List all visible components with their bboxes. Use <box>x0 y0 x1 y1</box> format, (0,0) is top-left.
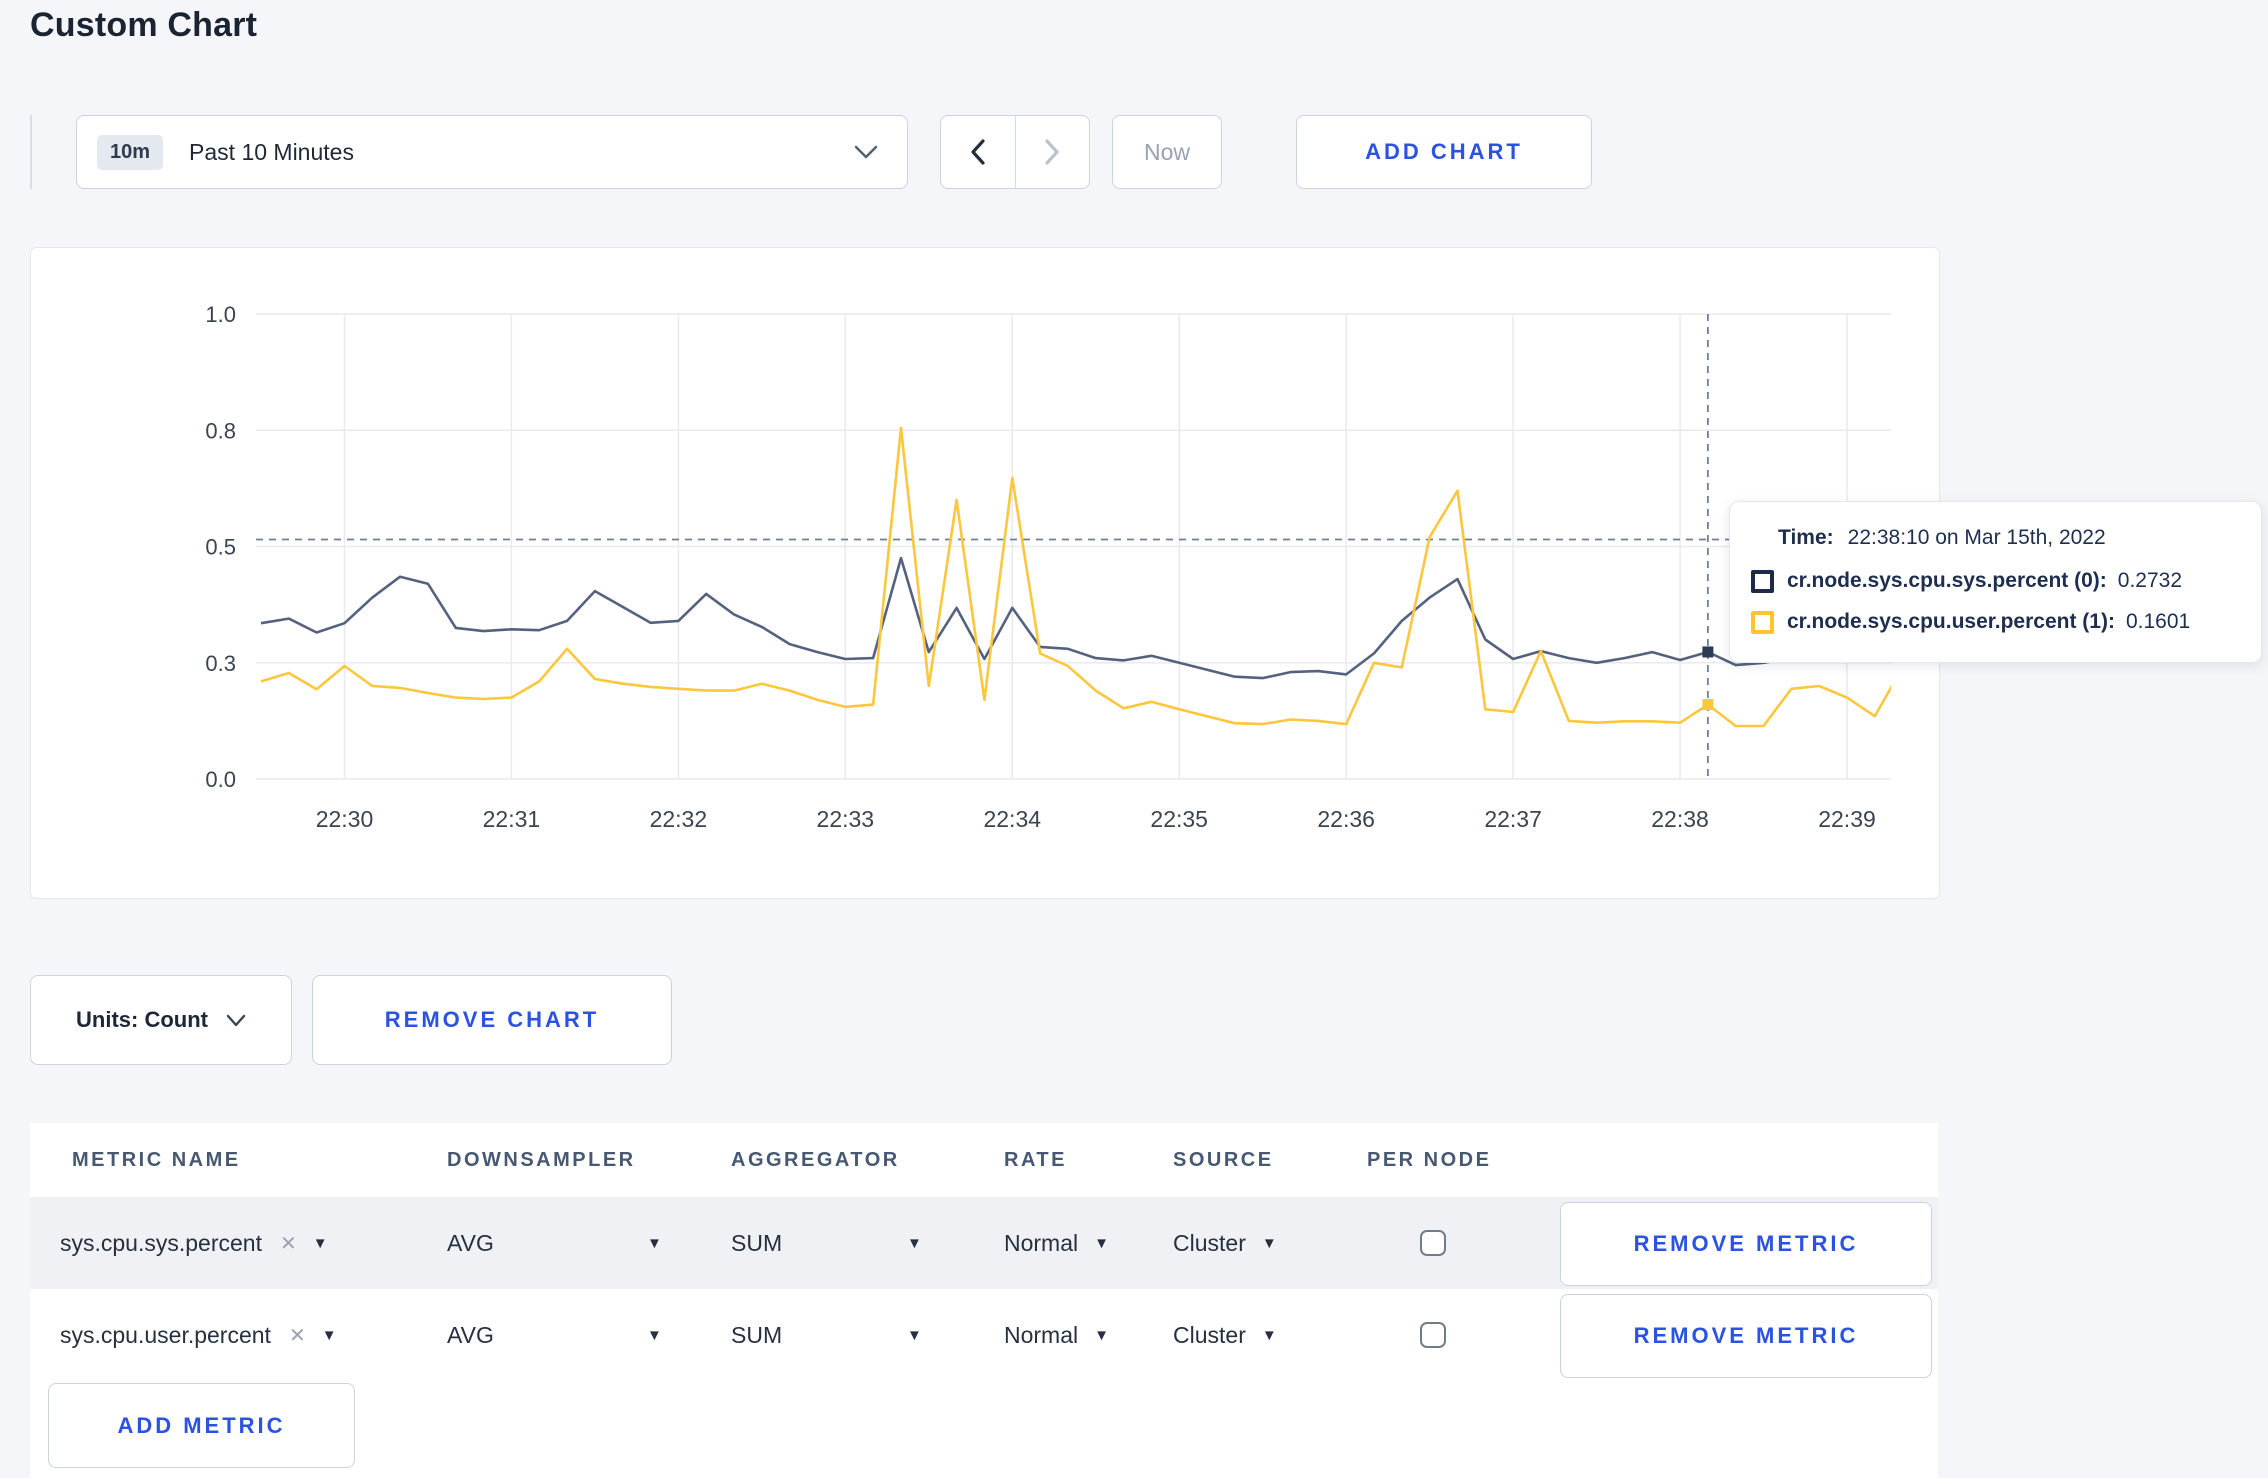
add-chart-button[interactable]: ADD CHART <box>1296 115 1592 189</box>
chevron-down-icon <box>854 145 878 159</box>
caret-down-icon: ▼ <box>1261 1326 1277 1344</box>
custom-chart-plot[interactable]: 0.0 0.3 0.5 0.8 1.0 22:30 22:31 22:32 22:33 22:34… <box>31 248 1939 898</box>
col-header-rate: RATE <box>1004 1149 1067 1171</box>
rate-select[interactable]: Normal ▼ <box>1004 1289 1109 1381</box>
time-range-select[interactable]: 10m Past 10 Minutes <box>76 115 908 189</box>
aggregator-select[interactable]: SUM <box>731 1289 782 1381</box>
add-metric-button[interactable]: ADD METRIC <box>48 1383 355 1468</box>
col-header-metric-name: METRIC NAME <box>72 1149 241 1171</box>
x-axis-tick: 22:34 <box>983 806 1041 832</box>
x-axis-tick: 22:35 <box>1150 806 1208 832</box>
remove-chart-button[interactable]: REMOVE CHART <box>312 975 672 1065</box>
y-axis-tick: 0.0 <box>205 767 236 792</box>
chevron-right-icon <box>1045 139 1059 165</box>
x-axis-tick: 22:33 <box>817 806 875 832</box>
per-node-checkbox[interactable] <box>1420 1230 1446 1256</box>
y-axis-tick: 1.0 <box>205 302 236 327</box>
source-value: Cluster <box>1173 1321 1246 1348</box>
hover-marker-0 <box>1702 646 1714 658</box>
remove-metric-button[interactable]: REMOVE METRIC <box>1560 1294 1932 1378</box>
sys-series-swatch-icon <box>1751 569 1774 593</box>
chevron-down-icon <box>226 1014 246 1026</box>
x-axis-tick: 22:37 <box>1484 806 1542 832</box>
caret-down-icon[interactable]: ▼ <box>313 1235 328 1252</box>
tooltip-series-value: 0.1601 <box>2125 610 2191 633</box>
col-header-per-node: PER NODE <box>1367 1149 1492 1171</box>
metric-row: sys.cpu.sys.percent ✕ ▼ AVG ▼ SUM ▼ Norm… <box>30 1197 1938 1289</box>
caret-down-icon[interactable]: ▼ <box>322 1327 337 1344</box>
caret-down-icon[interactable]: ▼ <box>907 1289 922 1381</box>
rate-select[interactable]: Normal ▼ <box>1004 1197 1109 1289</box>
clear-icon[interactable]: ✕ <box>280 1231 297 1256</box>
series-line-1 <box>260 426 1891 728</box>
hover-marker-1 <box>1702 699 1714 711</box>
x-axis-tick: 22:36 <box>1317 806 1375 832</box>
x-axis-tick: 22:38 <box>1651 806 1709 832</box>
rate-value: Normal <box>1004 1321 1079 1348</box>
x-axis-tick: 22:32 <box>650 806 708 832</box>
y-axis-tick: 0.3 <box>205 651 236 676</box>
tooltip-time-value: 22:38:10 on Mar 15th, 2022 <box>1847 526 2106 549</box>
time-nav-group <box>940 115 1090 189</box>
x-axis-tick: 22:39 <box>1818 806 1876 832</box>
source-select[interactable]: Cluster ▼ <box>1173 1197 1277 1289</box>
source-value: Cluster <box>1173 1229 1246 1256</box>
tooltip-series-value: 0.2732 <box>2117 569 2183 592</box>
tooltip-time-label: Time: <box>1778 526 1834 549</box>
metric-name-value: sys.cpu.user.percent <box>60 1321 271 1348</box>
col-header-downsampler: DOWNSAMPLER <box>447 1149 636 1171</box>
time-range-label: Past 10 Minutes <box>189 138 354 165</box>
downsampler-select[interactable]: AVG <box>447 1197 494 1289</box>
caret-down-icon[interactable]: ▼ <box>907 1197 922 1289</box>
caret-down-icon[interactable]: ▼ <box>647 1197 662 1289</box>
chevron-left-icon <box>971 139 985 165</box>
series-line-0 <box>260 556 1891 680</box>
col-header-aggregator: AGGREGATOR <box>731 1149 900 1171</box>
y-axis-tick: 0.5 <box>205 535 236 560</box>
tooltip-series-row: cr.node.sys.cpu.sys.percent (0): 0.2732 <box>1751 569 2237 593</box>
tooltip-series-name: cr.node.sys.cpu.sys.percent (0): <box>1787 569 2107 592</box>
aggregator-select[interactable]: SUM <box>731 1197 782 1289</box>
source-select[interactable]: Cluster ▼ <box>1173 1289 1277 1381</box>
metrics-table-header: METRIC NAME DOWNSAMPLER AGGREGATOR RATE … <box>30 1123 1938 1197</box>
caret-down-icon: ▼ <box>1261 1234 1277 1252</box>
metric-name-value: sys.cpu.sys.percent <box>60 1229 262 1256</box>
chart-card: 0.0 0.3 0.5 0.8 1.0 22:30 22:31 22:32 22:33 22:34… <box>30 247 1940 899</box>
clear-icon[interactable]: ✕ <box>289 1323 306 1348</box>
caret-down-icon: ▼ <box>1094 1326 1109 1344</box>
y-axis-tick: 0.8 <box>205 418 236 443</box>
tooltip-series-row: cr.node.sys.cpu.user.percent (1): 0.1601 <box>1751 610 2237 634</box>
tooltip-series-name: cr.node.sys.cpu.user.percent (1): <box>1787 610 2115 633</box>
user-series-swatch-icon <box>1751 610 1774 634</box>
rate-value: Normal <box>1004 1229 1079 1256</box>
col-header-source: SOURCE <box>1173 1149 1274 1171</box>
downsampler-select[interactable]: AVG <box>447 1289 494 1381</box>
caret-down-icon: ▼ <box>1094 1234 1109 1252</box>
time-range-badge: 10m <box>97 134 164 170</box>
x-axis-tick: 22:31 <box>483 806 541 832</box>
per-node-checkbox[interactable] <box>1420 1322 1446 1348</box>
toolbar-divider <box>30 115 32 189</box>
metric-name-select[interactable]: sys.cpu.sys.percent ✕ ▼ <box>60 1197 328 1289</box>
metric-row: sys.cpu.user.percent ✕ ▼ AVG ▼ SUM ▼ Nor… <box>30 1289 1938 1381</box>
time-back-button[interactable] <box>941 116 1015 188</box>
page-title: Custom Chart <box>30 6 258 44</box>
caret-down-icon[interactable]: ▼ <box>647 1289 662 1381</box>
remove-metric-button[interactable]: REMOVE METRIC <box>1560 1202 1932 1286</box>
now-button[interactable]: Now <box>1112 115 1222 189</box>
time-forward-button[interactable] <box>1014 116 1090 188</box>
metric-name-select[interactable]: sys.cpu.user.percent ✕ ▼ <box>60 1289 337 1381</box>
tooltip-time: Time: 22:38:10 on Mar 15th, 2022 <box>1778 526 2237 550</box>
units-label: Units: Count <box>76 1007 208 1032</box>
chart-tooltip: Time: 22:38:10 on Mar 15th, 2022 cr.node.… <box>1729 501 2262 663</box>
units-select[interactable]: Units: Count <box>30 975 292 1065</box>
x-axis-tick: 22:30 <box>316 806 374 832</box>
